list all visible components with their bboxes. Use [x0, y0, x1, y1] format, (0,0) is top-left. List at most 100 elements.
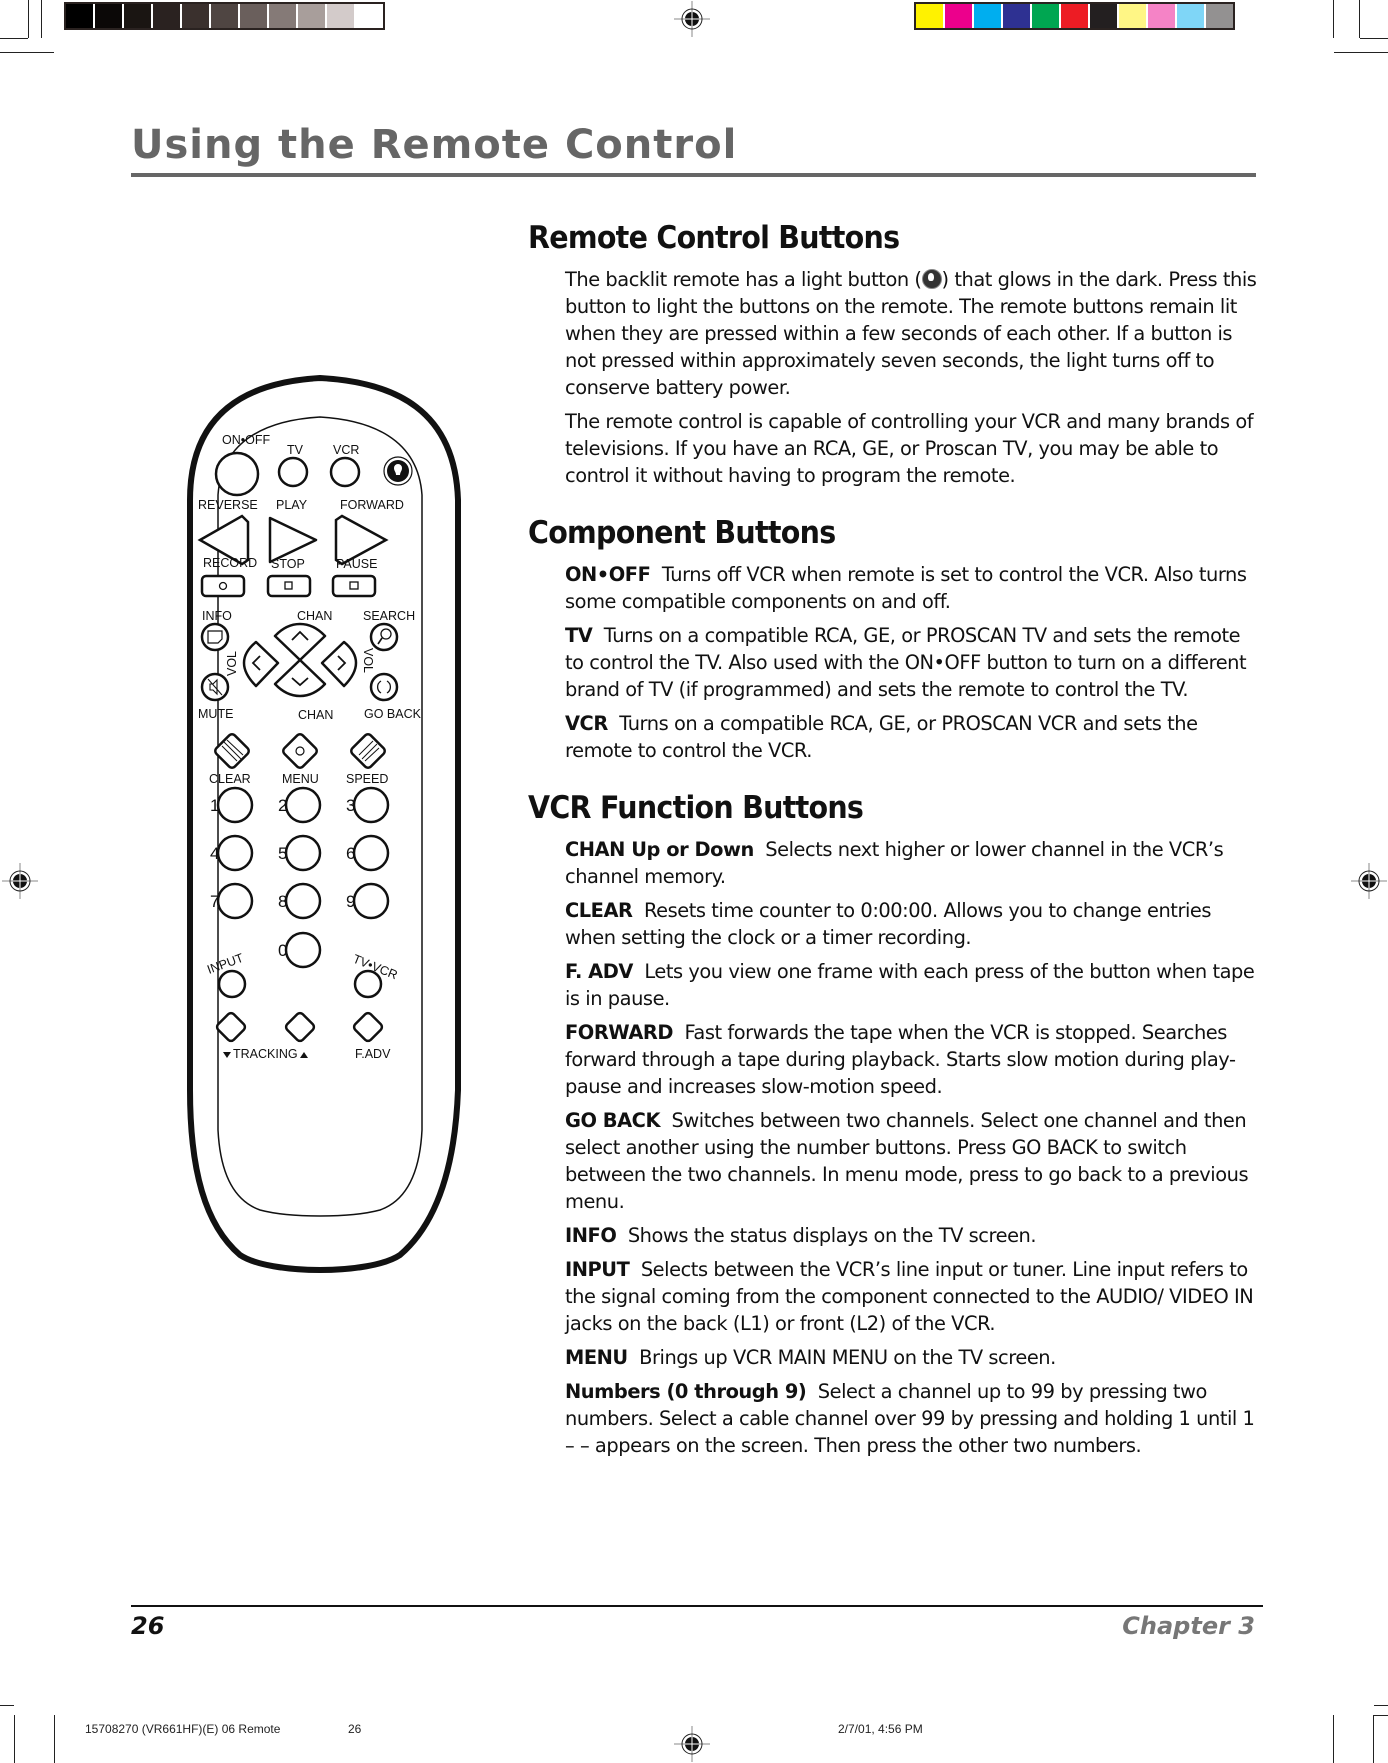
vcr-button[interactable]: [329, 456, 361, 488]
number-button-7[interactable]: [216, 882, 254, 920]
on-off-button[interactable]: [214, 451, 260, 497]
number-button-2[interactable]: [284, 786, 322, 824]
lightbulb-icon: [921, 269, 942, 289]
button-term: INFO: [565, 1224, 617, 1247]
color-swatch: [356, 4, 383, 28]
number-label: 3: [346, 796, 355, 815]
search-button[interactable]: [369, 622, 399, 652]
slug-page: 26: [348, 1722, 362, 1736]
number-button-1[interactable]: [216, 786, 254, 824]
paragraph: The remote control is capable of control…: [565, 408, 1263, 489]
crop-mark: [0, 1705, 14, 1706]
section-heading: Remote Control Buttons: [528, 220, 900, 256]
remote-control-illustration: ON•OFF TV VCR REVERSE PLAY FORWARD RECOR…: [187, 374, 461, 1273]
button-term: CLEAR: [565, 899, 633, 922]
input-button[interactable]: [217, 969, 247, 999]
crop-mark: [1334, 52, 1388, 53]
paragraph: INFO Shows the status displays on the TV…: [565, 1222, 1263, 1249]
button-term: VCR: [565, 712, 608, 735]
footer-rule: [131, 1605, 1263, 1607]
color-swatch: [95, 4, 122, 28]
color-swatch: [945, 4, 972, 28]
paragraph: CLEAR Resets time counter to 0:00:00. Al…: [565, 897, 1263, 951]
crop-mark: [1333, 0, 1334, 38]
number-button-4[interactable]: [216, 834, 254, 872]
stop-button[interactable]: [266, 574, 312, 598]
number-label: 8: [278, 892, 287, 911]
play-label: PLAY: [276, 498, 308, 512]
section: Component Buttons ON•OFF Turns off VCR wh…: [528, 515, 1263, 764]
record-label: RECORD: [203, 556, 257, 570]
grayscale-color-bar: [64, 2, 385, 30]
info-button[interactable]: [200, 622, 230, 652]
tv-button[interactable]: [277, 456, 309, 488]
crop-mark: [14, 1715, 15, 1763]
paragraph-text: The backlit remote has a light button (: [565, 268, 922, 291]
crop-mark: [1360, 38, 1388, 39]
registration-mark-icon: [1351, 863, 1387, 899]
clear-label: CLEAR: [209, 772, 251, 786]
color-swatch: [240, 4, 267, 28]
cmyk-color-bar: [914, 2, 1235, 30]
vol-right-label: VOL: [361, 648, 375, 673]
crop-mark: [0, 38, 28, 39]
forward-label: FORWARD: [340, 498, 404, 512]
paragraph-text: Turns on a compatible RCA, GE, or PROSCA…: [565, 624, 1247, 701]
paragraph: F. ADV Lets you view one frame with each…: [565, 958, 1263, 1012]
tv-vcr-button[interactable]: [353, 969, 383, 999]
button-term: Numbers (0 through 9): [565, 1380, 807, 1403]
paragraph-text: The remote control is capable of control…: [565, 410, 1254, 487]
tracking-label: TRACKING: [233, 1047, 298, 1061]
number-label: 6: [346, 844, 355, 863]
paragraph-text: Switches between two channels. Select on…: [565, 1109, 1249, 1213]
crop-mark: [54, 1715, 55, 1763]
stop-label: STOP: [271, 557, 305, 571]
paragraph-text: Lets you view one frame with each press …: [565, 960, 1255, 1010]
color-swatch: [1119, 4, 1146, 28]
number-button-8[interactable]: [284, 882, 322, 920]
registration-mark-icon: [674, 1726, 710, 1762]
registration-mark-icon: [2, 863, 38, 899]
reverse-label: REVERSE: [198, 498, 258, 512]
color-swatch: [974, 4, 1001, 28]
mute-label: MUTE: [198, 707, 233, 721]
record-button[interactable]: [200, 574, 246, 598]
chan-up-label: CHAN: [297, 609, 332, 623]
crop-mark: [1359, 0, 1360, 38]
paragraph-text: Turns off VCR when remote is set to cont…: [565, 563, 1247, 613]
number-label: 0: [278, 941, 287, 960]
section-heading: Component Buttons: [528, 515, 836, 551]
menu-label: MENU: [282, 772, 319, 786]
page-title: Using the Remote Control: [131, 122, 738, 168]
number-button-0[interactable]: [284, 931, 322, 969]
button-term: ON•OFF: [565, 563, 651, 586]
color-swatch: [1032, 4, 1059, 28]
number-button-3[interactable]: [352, 786, 390, 824]
button-term: TV: [565, 624, 593, 647]
number-label: 4: [210, 844, 219, 863]
number-button-6[interactable]: [352, 834, 390, 872]
crop-mark: [1333, 1715, 1334, 1763]
color-swatch: [327, 4, 354, 28]
crop-mark: [1374, 1715, 1388, 1716]
paragraph: The backlit remote has a light button ()…: [565, 266, 1263, 401]
section-heading: VCR Function Buttons: [528, 790, 864, 826]
paragraph: FORWARD Fast forwards the tape when the …: [565, 1019, 1263, 1100]
chapter-label: Chapter 3: [1122, 1612, 1255, 1640]
number-label: 2: [278, 796, 287, 815]
chan-down-label: CHAN: [298, 708, 333, 722]
color-swatch: [1061, 4, 1088, 28]
light-button[interactable]: [383, 456, 413, 486]
go-back-label: GO BACK: [364, 707, 422, 721]
pause-button[interactable]: [331, 574, 377, 598]
number-button-5[interactable]: [284, 834, 322, 872]
number-button-9[interactable]: [352, 882, 390, 920]
paragraph: ON•OFF Turns off VCR when remote is set …: [565, 561, 1263, 615]
color-swatch: [269, 4, 296, 28]
button-term: GO BACK: [565, 1109, 661, 1132]
f-adv-label: F.ADV: [355, 1047, 391, 1061]
color-swatch: [211, 4, 238, 28]
go-back-button[interactable]: [369, 672, 399, 702]
paragraph-text: Selects between the VCR’s line input or …: [565, 1258, 1254, 1335]
number-label: 9: [346, 892, 355, 911]
